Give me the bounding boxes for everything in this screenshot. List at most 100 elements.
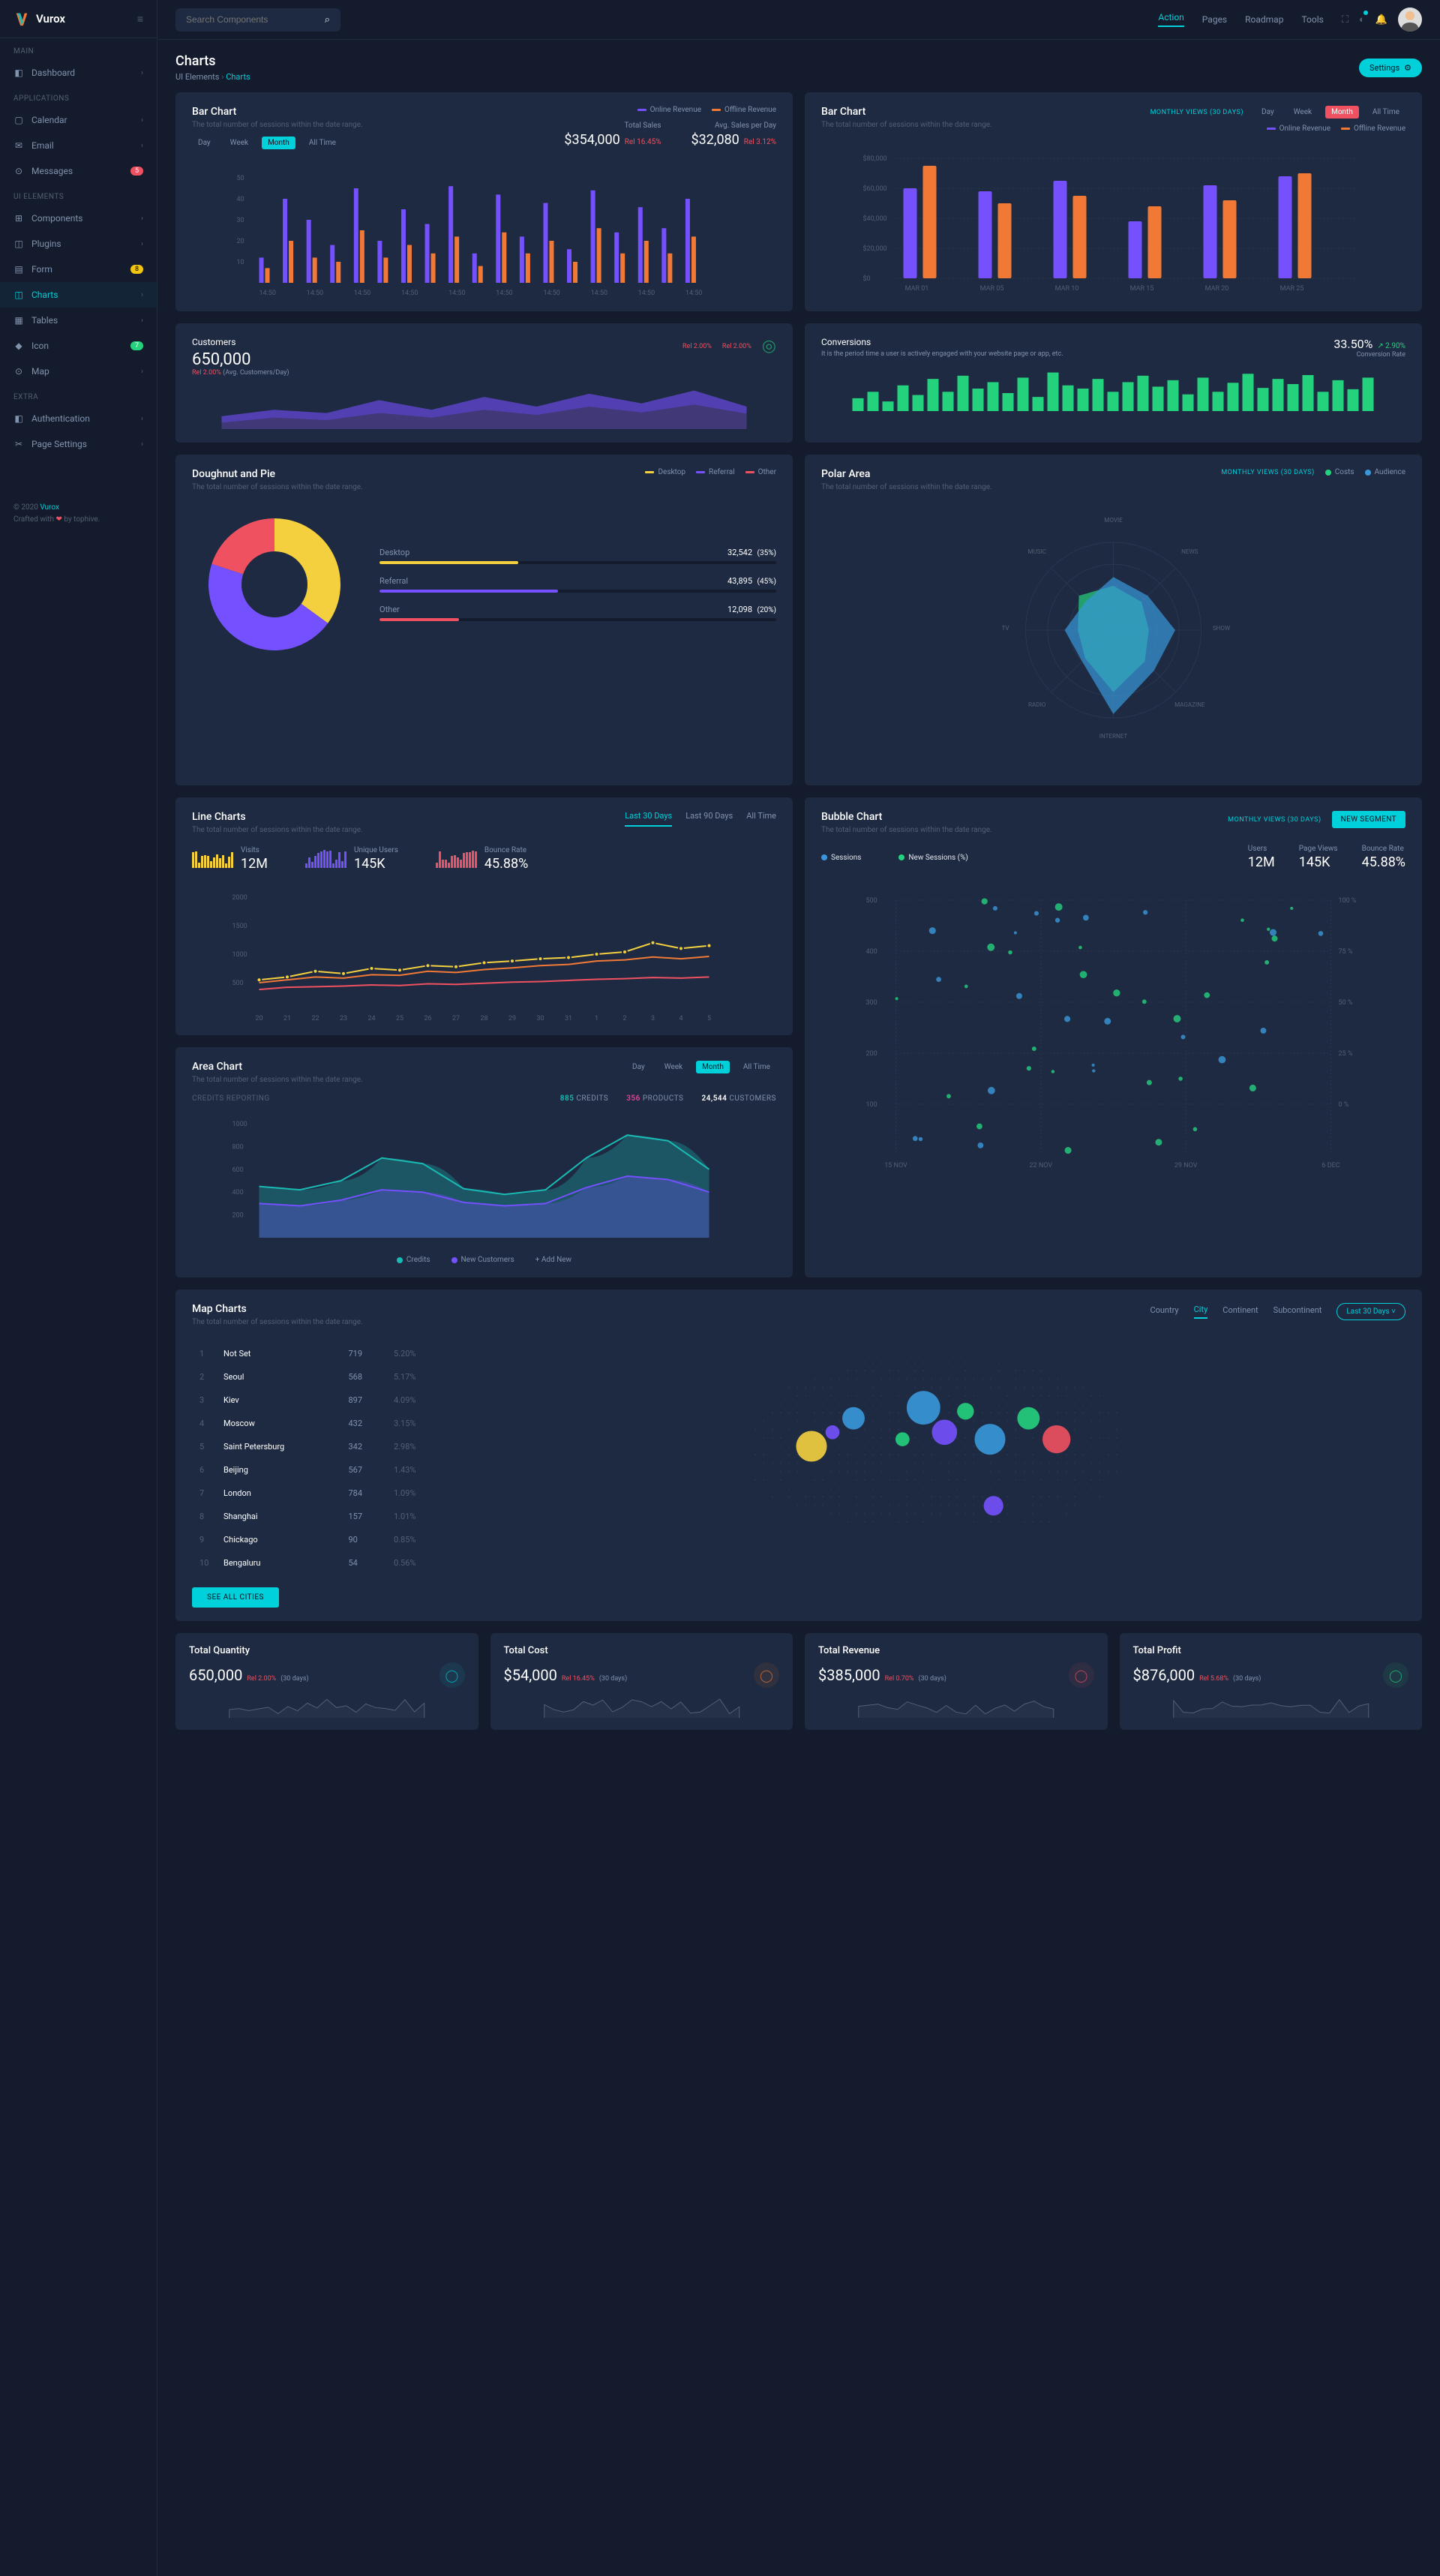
city-row[interactable]: 9Chickago900.85% (194, 1529, 446, 1551)
svg-text:21: 21 (284, 1015, 291, 1022)
svg-text:800: 800 (232, 1143, 244, 1151)
sidebar-item-map[interactable]: ⊙Map› (0, 359, 157, 384)
bar2-chart: $0$20,000$40,000$60,000$80,000MAR 01MAR … (821, 143, 1406, 293)
city-row[interactable]: 10Bengaluru540.56% (194, 1552, 446, 1574)
city-row[interactable]: 8Shanghai1571.01% (194, 1506, 446, 1527)
svg-text:1500: 1500 (232, 923, 248, 930)
area-range-all-time[interactable]: All Time (737, 1061, 776, 1073)
sidebar-item-plugins[interactable]: ◫Plugins› (0, 231, 157, 257)
svg-text:$0: $0 (863, 275, 871, 283)
top-nav-roadmap[interactable]: Roadmap (1245, 14, 1283, 25)
sidebar-item-charts[interactable]: ◫Charts› (0, 282, 157, 308)
sidebar-toggle-icon[interactable]: ≡ (137, 13, 143, 26)
map-tabs-continent[interactable]: Continent (1222, 1305, 1258, 1318)
settings-button[interactable]: Settings ⚙ (1359, 59, 1422, 77)
bar2-range-month[interactable]: Month (1325, 106, 1359, 119)
sidebar-item-form[interactable]: ▤Form8 (0, 257, 157, 282)
svg-text:500: 500 (866, 897, 878, 905)
sidebar-item-calendar[interactable]: ▢Calendar› (0, 107, 157, 133)
sidebar-item-authentication[interactable]: ◧Authentication› (0, 406, 157, 431)
breadcrumb-parent[interactable]: UI Elements (176, 72, 219, 82)
sidebar-item-components[interactable]: ⊞Components› (0, 206, 157, 231)
top-nav-tools[interactable]: Tools (1301, 14, 1323, 25)
nav-icon: ✂ (14, 439, 24, 449)
svg-text:30: 30 (237, 217, 244, 224)
nav-icon: ✉ (14, 140, 24, 151)
svg-text:100: 100 (866, 1101, 878, 1109)
bar1-range-day[interactable]: Day (192, 137, 217, 149)
fullscreen-icon[interactable]: ⛶ (1342, 14, 1348, 26)
map-tabs-city[interactable]: City (1194, 1305, 1208, 1319)
avatar[interactable] (1398, 8, 1422, 32)
svg-text:27: 27 (452, 1015, 460, 1022)
area-range-week[interactable]: Week (658, 1061, 688, 1073)
city-row[interactable]: 7London7841.09% (194, 1482, 446, 1504)
city-row[interactable]: 2Seoul5685.17% (194, 1366, 446, 1388)
area-range-month[interactable]: Month (696, 1061, 730, 1073)
svg-text:14:50: 14:50 (496, 290, 512, 297)
polar-card: Polar Area The total number of sessions … (805, 455, 1422, 785)
nav-icon: ◧ (14, 68, 24, 78)
city-row[interactable]: 6Beijing5671.43% (194, 1459, 446, 1481)
bar1-range-week[interactable]: Week (224, 137, 254, 149)
line-tabs-last-30-days[interactable]: Last 30 Days (625, 811, 672, 827)
line-tabs-all-time[interactable]: All Time (746, 811, 776, 827)
sidebar-footer: © 2020 Vurox Crafted with ❤ by tophive. (0, 487, 157, 541)
svg-text:TV: TV (1001, 624, 1010, 632)
bar-chart-card-1: Bar Chart The total number of sessions w… (176, 92, 793, 311)
svg-text:14:50: 14:50 (307, 290, 323, 297)
svg-text:25 %: 25 % (1339, 1050, 1353, 1058)
brand-name: Vurox (36, 12, 65, 26)
svg-text:1000: 1000 (232, 951, 248, 959)
logo[interactable]: Vurox ≡ (0, 0, 157, 38)
bar1-range-month[interactable]: Month (262, 137, 296, 149)
svg-text:14:50: 14:50 (638, 290, 655, 297)
map-tabs-subcontinent[interactable]: Subcontinent (1274, 1305, 1322, 1318)
sidebar-item-messages[interactable]: ⊙Messages5 (0, 158, 157, 184)
top-nav-action[interactable]: Action (1158, 12, 1184, 27)
map-tabs-country[interactable]: Country (1150, 1305, 1178, 1318)
svg-text:29 NOV: 29 NOV (1174, 1162, 1198, 1169)
customers-card: Customers 650,000 Rel 2.00% (Avg. Custom… (176, 323, 793, 443)
svg-text:10: 10 (237, 259, 244, 266)
doughnut-card: Doughnut and Pie The total number of ses… (176, 455, 793, 785)
notification-icon[interactable]: 🔔 (1376, 14, 1388, 26)
total-card-total-profit: Total Profit $876,000Rel 5.68%(30 days) … (1120, 1633, 1423, 1730)
total-icon: ◯ (440, 1662, 465, 1688)
city-row[interactable]: 5Saint Petersburg3422.98% (194, 1436, 446, 1458)
sidebar-item-email[interactable]: ✉Email› (0, 133, 157, 158)
search-box[interactable]: ⌕ (176, 8, 340, 32)
city-row[interactable]: 1Not Set7195.20% (194, 1343, 446, 1365)
bar2-range-day[interactable]: Day (1256, 106, 1280, 119)
svg-text:0 %: 0 % (1339, 1101, 1349, 1109)
sidebar-item-page-settings[interactable]: ✂Page Settings› (0, 431, 157, 457)
new-segment-button[interactable]: NEW SEGMENT (1332, 811, 1406, 828)
map-tabs: Country City Continent Subcontinent (1150, 1305, 1322, 1319)
bar2-range-week[interactable]: Week (1288, 106, 1318, 119)
bar1-range-all-time[interactable]: All Time (303, 137, 342, 149)
area-range-day[interactable]: Day (626, 1061, 651, 1073)
svg-text:MAR 10: MAR 10 (1055, 285, 1079, 293)
polar-chart: MOVIENEWSSHOWMAGAZINEINTERNETRADIOTVMUSI… (821, 502, 1406, 772)
bar2-range-all-time[interactable]: All Time (1366, 106, 1406, 119)
donut-stat-referral: Referral43,895 (45%) (380, 576, 776, 593)
top-nav-pages[interactable]: Pages (1202, 14, 1227, 25)
sidebar-item-icon[interactable]: ◆Icon7 (0, 333, 157, 359)
line-tabs-last-90-days[interactable]: Last 90 Days (686, 811, 733, 827)
see-all-cities-button[interactable]: SEE ALL CITIES (192, 1587, 279, 1608)
map-range-button[interactable]: Last 30 Days ˅ (1336, 1303, 1406, 1320)
search-input[interactable] (186, 14, 319, 25)
svg-text:MAGAZINE: MAGAZINE (1174, 701, 1205, 708)
svg-text:MAR 15: MAR 15 (1130, 285, 1154, 293)
city-row[interactable]: 3Kiev8974.09% (194, 1389, 446, 1411)
sidebar-item-dashboard[interactable]: ◧Dashboard› (0, 60, 157, 86)
svg-text:23: 23 (340, 1015, 347, 1022)
theme-icon[interactable]: ◐ (1359, 14, 1365, 26)
add-new-series[interactable]: + Add New (536, 1256, 572, 1264)
sidebar-item-tables[interactable]: ▦Tables› (0, 308, 157, 333)
nav-icon: ⊙ (14, 366, 24, 377)
customers-sparkline (192, 384, 776, 429)
city-row[interactable]: 4Moscow4323.15% (194, 1413, 446, 1434)
top-nav: Action Pages Roadmap Tools (1158, 12, 1323, 27)
svg-text:500: 500 (232, 980, 244, 987)
